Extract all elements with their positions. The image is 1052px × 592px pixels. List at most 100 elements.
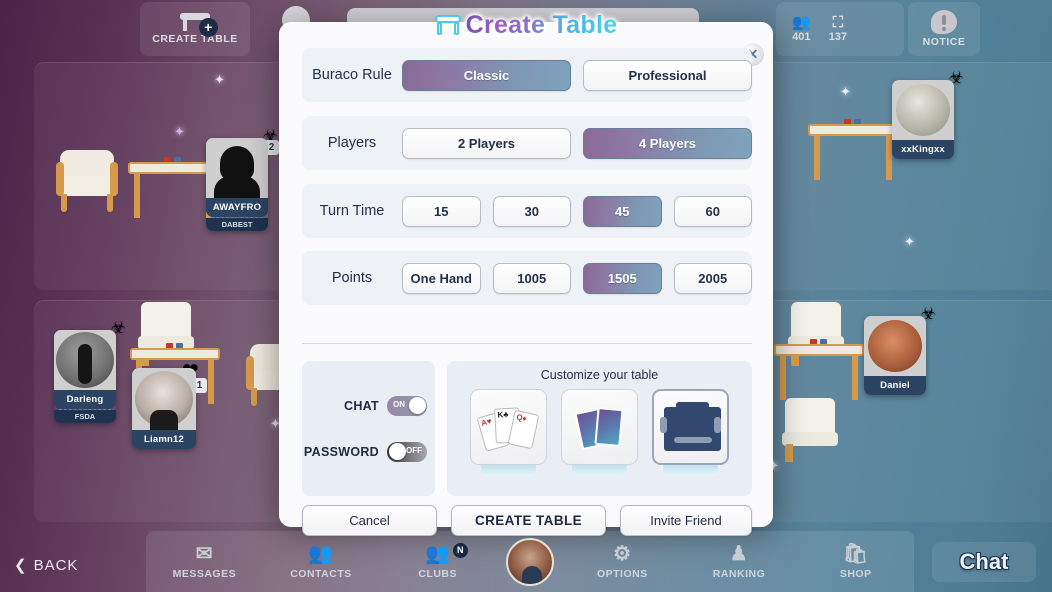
points-1005[interactable]: 1005: [492, 262, 571, 294]
player-card[interactable]: ☣ 2 AWAYFRO DABEST: [206, 126, 279, 231]
players-4[interactable]: 4 Players: [583, 127, 752, 159]
option-row-players: Players 2 Players 4 Players: [302, 116, 752, 170]
toggle-knob: [408, 397, 426, 414]
player-card[interactable]: ☣ Daniel: [864, 304, 936, 395]
tables-open-count: ⛶ 137: [829, 14, 847, 44]
profile-avatar[interactable]: [506, 537, 555, 586]
players-online-value: 401: [792, 31, 811, 43]
player-name: Liamn12: [132, 430, 196, 449]
option-row-turn-time: Turn Time 15 30 45 60: [302, 184, 752, 238]
chat-toggle-label: CHAT: [344, 398, 379, 413]
people-icon: 👥: [792, 14, 811, 31]
turn-time-30[interactable]: 30: [492, 195, 571, 227]
nav-label: CONTACTS: [290, 567, 352, 580]
nav-label: SHOP: [839, 567, 872, 580]
thumbnail-table-felt[interactable]: [652, 389, 729, 476]
game-table: [774, 339, 864, 400]
buraco-rule-classic[interactable]: Classic: [402, 59, 571, 91]
online-counts: 👥 401 ⛶ 137: [776, 2, 904, 56]
nav-item-clubs[interactable]: 👥 N CLUBS: [379, 531, 496, 592]
chair: [782, 398, 838, 462]
points-one-hand[interactable]: One Hand: [402, 262, 481, 294]
sparkle-icon: ✦: [214, 72, 225, 87]
contacts-icon: 👥: [308, 542, 334, 565]
players-online-count: 👥 401: [792, 14, 811, 44]
player-card[interactable]: ☣ xxKingxx: [892, 68, 964, 159]
nav-item-shop[interactable]: 🛍 SHOP: [797, 531, 914, 592]
clubs-badge: N: [453, 543, 469, 558]
nav-item-contacts[interactable]: 👥 CONTACTS: [263, 531, 380, 592]
trophy-icon: ♟: [729, 542, 749, 565]
points-1505[interactable]: 1505: [583, 262, 662, 294]
players-2[interactable]: 2 Players: [402, 127, 571, 159]
nav-item-options[interactable]: ⚙ OPTIONS: [564, 531, 681, 592]
password-toggle-row: PASSWORD OFF: [302, 441, 427, 462]
avatar: [132, 368, 196, 430]
password-toggle-state: OFF: [406, 445, 422, 455]
player-name: Daniel: [864, 376, 926, 395]
back-button[interactable]: ❮ BACK: [14, 556, 79, 575]
create-table-dialog: ✕ Buraco Rule Classic Professional Playe…: [279, 22, 773, 536]
game-table: [808, 119, 898, 180]
toggle-knob: [388, 443, 406, 460]
table-icon: ⛶: [832, 14, 844, 31]
nav-label: OPTIONS: [596, 567, 648, 580]
back-label: BACK: [33, 556, 79, 574]
sparkle-icon: ✦: [904, 234, 915, 249]
chat-toggle-state: ON: [393, 399, 405, 409]
chat-toggle-row: CHAT ON: [302, 395, 427, 416]
player-card[interactable]: ☣ Darleng FSDA: [54, 318, 126, 423]
notice-label: NOTICE: [922, 36, 966, 48]
create-table-button[interactable]: + CREATE TABLE: [140, 2, 250, 56]
sparkle-icon: ✦: [840, 84, 851, 99]
player-card[interactable]: ❤ 1 Liamn12: [132, 360, 207, 449]
chat-label: Chat: [959, 549, 1009, 574]
turn-time-60[interactable]: 60: [673, 195, 752, 227]
chevron-left-icon: ❮: [14, 557, 28, 574]
password-toggle-label: PASSWORD: [303, 444, 379, 459]
option-label: Players: [327, 135, 377, 151]
points-2005[interactable]: 2005: [673, 262, 752, 294]
option-label: Turn Time: [319, 203, 385, 219]
option-row-buraco-rule: Buraco Rule Classic Professional: [302, 48, 752, 102]
gear-icon: ⚙: [613, 542, 632, 565]
thumbnail-card-backs[interactable]: [561, 389, 638, 476]
shop-bag-icon: 🛍: [842, 542, 869, 565]
nav-item-ranking[interactable]: ♟ RANKING: [681, 531, 798, 592]
avatar: [864, 316, 926, 376]
room-bottom-right[interactable]: ☣ Daniel One Hand 30 sec ✦: [752, 300, 1052, 522]
turn-time-15[interactable]: 15: [402, 195, 481, 227]
armchair: [56, 150, 118, 212]
thumbnail-card-faces[interactable]: A♥ K♣ Q♦: [470, 389, 547, 476]
customize-title: Customize your table: [540, 368, 659, 382]
nav-label: CLUBS: [418, 567, 458, 580]
room-top-right[interactable]: ☣ xxKingxx 2005 45 sec ✦ ✦: [752, 62, 1052, 290]
player-club: FSDA: [54, 410, 116, 423]
notice-button[interactable]: NOTICE: [908, 2, 980, 56]
avatar: [54, 330, 116, 390]
toggle-panel: CHAT ON PASSWORD OFF: [302, 361, 435, 496]
section-divider: [302, 343, 752, 344]
option-label: Points: [331, 270, 373, 286]
player-club: DABEST: [206, 218, 268, 231]
player-name: xxKingxx: [892, 140, 954, 159]
player-name: Darleng: [54, 390, 116, 409]
turn-time-45[interactable]: 45: [583, 195, 662, 227]
game-table: [128, 157, 218, 218]
envelope-icon: ✉: [195, 542, 213, 565]
nav-label: MESSAGES: [172, 567, 237, 580]
customize-panel: Customize your table A♥ K♣ Q♦: [447, 361, 752, 496]
password-toggle[interactable]: OFF: [387, 441, 427, 462]
buraco-rule-professional[interactable]: Professional: [583, 59, 752, 91]
sparkle-icon: ✦: [174, 124, 185, 139]
table-plus-icon: +: [180, 13, 218, 37]
notice-bubble-icon: [931, 10, 957, 34]
clubs-icon: 👥: [424, 542, 451, 565]
nav-item-messages[interactable]: ✉ MESSAGES: [146, 531, 263, 592]
chat-button[interactable]: Chat: [932, 542, 1036, 582]
option-row-points: Points One Hand 1005 1505 2005: [302, 251, 752, 305]
bottom-nav: ✉ MESSAGES 👥 CONTACTS 👥 N CLUBS ⚙ OPTION…: [146, 531, 914, 592]
chat-toggle[interactable]: ON: [387, 395, 427, 416]
option-label: Buraco Rule: [312, 67, 392, 83]
player-name: AWAYFRO: [206, 198, 268, 217]
